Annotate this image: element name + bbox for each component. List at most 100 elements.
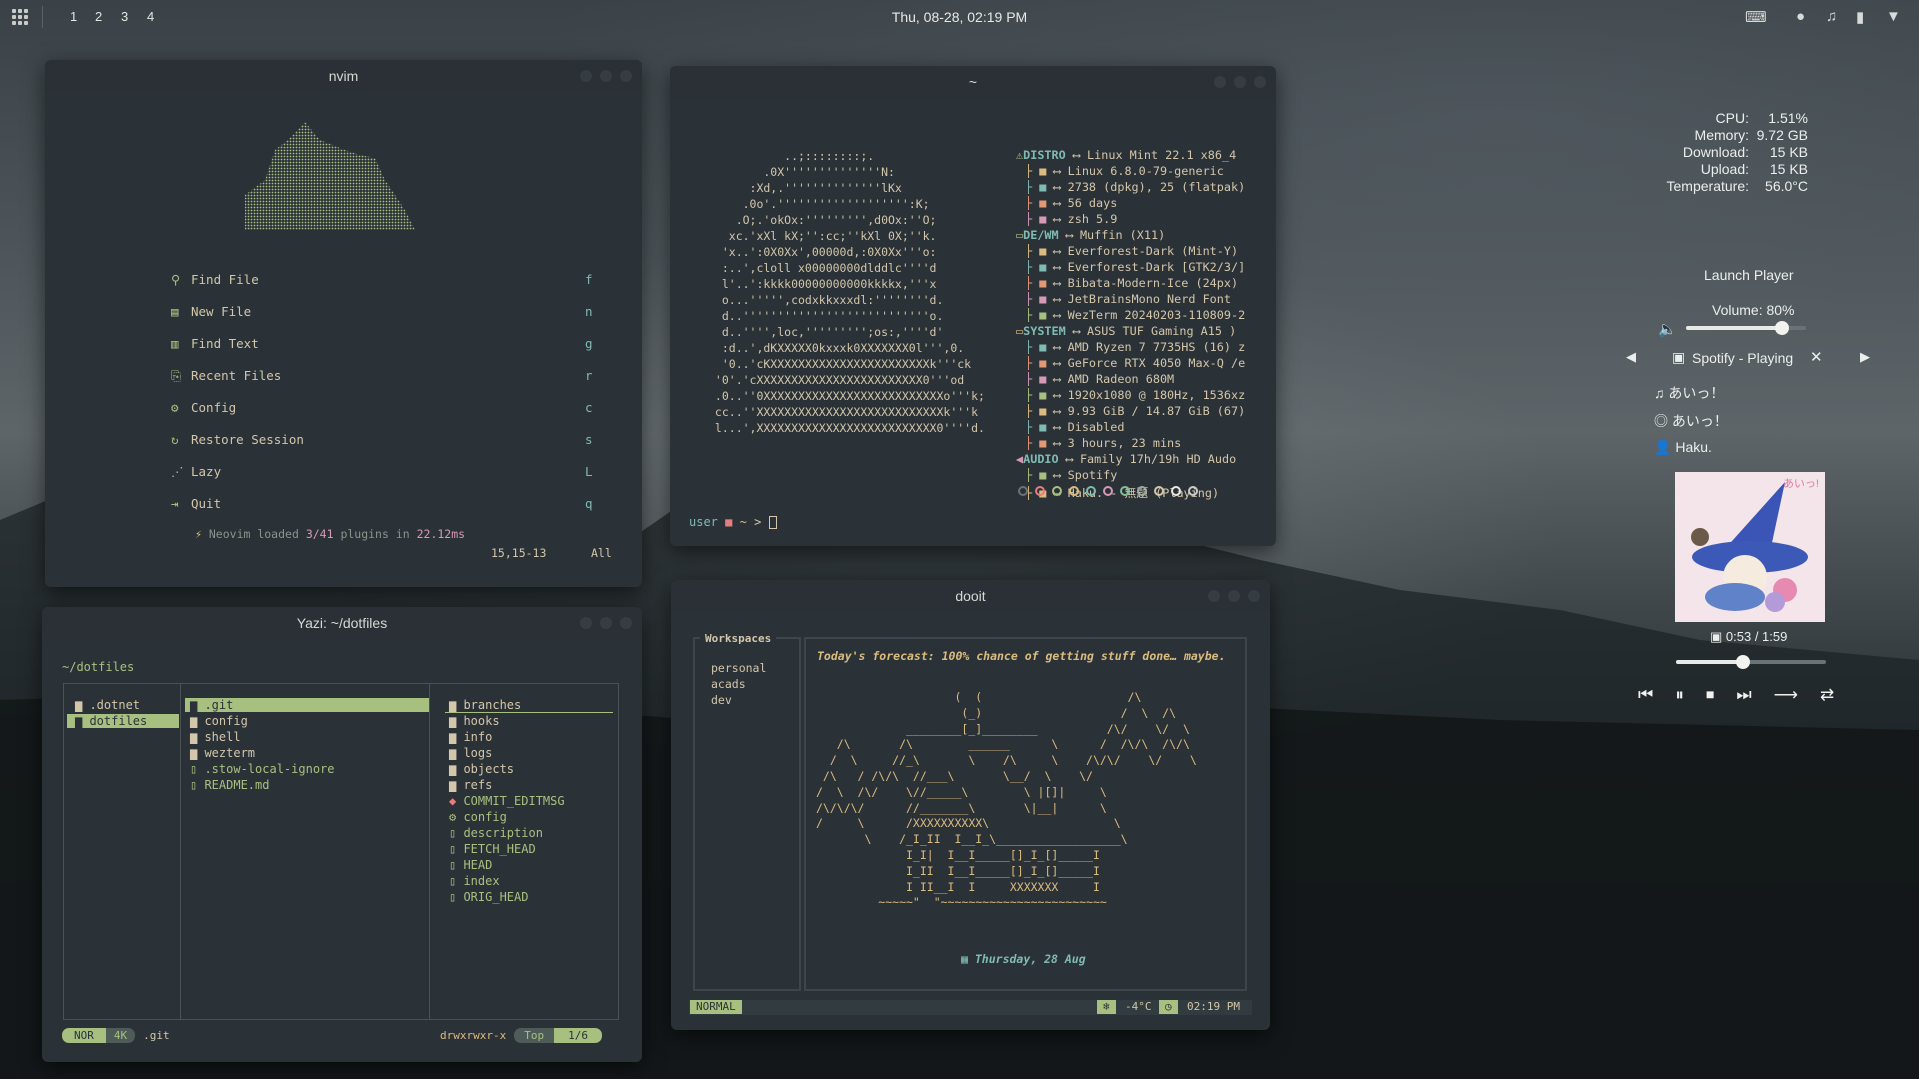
file-name: .stow-local-ignore bbox=[204, 762, 335, 776]
menu-item[interactable]: ⋰ Lazy bbox=[171, 464, 221, 479]
album-art-text: あいっ! bbox=[1782, 478, 1819, 490]
menu-item[interactable]: ⚲ Find File bbox=[171, 272, 259, 287]
info-header: ▭DE/WM ⟷ Muffin (X11) bbox=[1016, 228, 1165, 242]
file-name: ORIG_HEAD bbox=[463, 890, 529, 904]
close-button[interactable] bbox=[1254, 76, 1266, 88]
keyboard-icon[interactable]: ⌨ bbox=[1745, 8, 1767, 26]
stop-icon[interactable]: ⏹ bbox=[1706, 685, 1715, 705]
menu-shortcut: c bbox=[585, 400, 593, 415]
file-entry[interactable]: ▆ .dotnet bbox=[67, 698, 179, 712]
info-value: 3 hours, 23 mins bbox=[1067, 436, 1182, 450]
track-progress-slider[interactable] bbox=[1676, 655, 1826, 669]
file-entry[interactable]: ▯ FETCH_HEAD bbox=[445, 842, 613, 856]
file-entry[interactable]: ▆ shell bbox=[185, 730, 429, 744]
palette-dot bbox=[1086, 486, 1096, 496]
file-entry[interactable]: ▆ info bbox=[445, 730, 613, 744]
user-icon: 👤 bbox=[1654, 439, 1672, 455]
volume-icon[interactable]: 🔈 bbox=[1658, 320, 1677, 338]
arrow-separator: ⟷ bbox=[1046, 308, 1068, 322]
menu-item[interactable]: ⚙ Config bbox=[171, 400, 236, 415]
yazi-window[interactable]: Yazi: ~/dotfiles ~/dotfiles ▆ .dotnet ▆ d… bbox=[42, 607, 642, 1062]
close-button[interactable] bbox=[620, 70, 632, 82]
shuffle-icon[interactable]: ⇄ bbox=[1820, 685, 1834, 705]
minimize-button[interactable] bbox=[580, 70, 592, 82]
window-title: ~ bbox=[670, 66, 1276, 98]
menu-item[interactable]: ▤ New File bbox=[171, 304, 251, 319]
minimize-button[interactable] bbox=[1208, 590, 1220, 602]
file-entry[interactable]: ◆ COMMIT_EDITMSG bbox=[445, 794, 613, 808]
file-entry[interactable]: ▆ config bbox=[185, 714, 429, 728]
next-source-icon[interactable]: ▶ bbox=[1860, 349, 1870, 365]
info-line: ├ ■ ⟷ JetBrainsMono Nerd Font bbox=[1025, 292, 1231, 306]
menu-item[interactable]: ↻ Restore Session bbox=[171, 432, 304, 447]
file-entry[interactable]: ▆ hooks bbox=[445, 714, 613, 728]
yazi-statusbar: NOR 4K .git bbox=[62, 1028, 170, 1043]
file-entry[interactable]: ▯ description bbox=[445, 826, 613, 840]
workspace-item[interactable]: acads bbox=[711, 676, 766, 692]
file-entry[interactable]: ▯ ORIG_HEAD bbox=[445, 890, 613, 904]
swap-icon: ├ ■ bbox=[1025, 420, 1047, 434]
clock[interactable]: Thu, 08-28, 02:19 PM bbox=[0, 9, 1919, 25]
current-path: ~/dotfiles bbox=[62, 660, 135, 674]
info-value: Disabled bbox=[1067, 420, 1125, 434]
artist-row: 👤 Haku. bbox=[1654, 439, 1712, 456]
temperature: -4°C bbox=[1125, 1000, 1152, 1013]
battery-icon[interactable]: ▮ bbox=[1856, 8, 1864, 26]
menu-item[interactable]: ⎘ Recent Files bbox=[171, 368, 281, 384]
wifi-icon[interactable]: ▼ bbox=[1886, 8, 1901, 25]
file-entry[interactable]: ▆ logs bbox=[445, 746, 613, 760]
file-entry[interactable]: ▆ .git bbox=[185, 698, 429, 712]
pause-icon[interactable]: ⏸ bbox=[1675, 685, 1684, 705]
minimize-button[interactable] bbox=[580, 617, 592, 629]
window-controls bbox=[1208, 590, 1260, 602]
maximize-button[interactable] bbox=[1234, 76, 1246, 88]
file-entry[interactable]: ▯ .stow-local-ignore bbox=[185, 762, 429, 776]
dooit-window[interactable]: dooit Workspaces personal acads dev Toda… bbox=[671, 580, 1270, 1030]
terminal-window[interactable]: ~ ..;::::::::;. .0X''''''''''''''N: :Xd,… bbox=[670, 66, 1276, 546]
maximize-button[interactable] bbox=[600, 617, 612, 629]
file-entry[interactable]: ▯ HEAD bbox=[445, 858, 613, 872]
file-entry[interactable]: ▆ objects bbox=[445, 762, 613, 776]
shell-prompt[interactable]: user ■ ~ > bbox=[689, 515, 777, 529]
file-entry[interactable]: ▆ dotfiles bbox=[67, 714, 179, 728]
arrow-separator: ⟷ bbox=[1046, 356, 1068, 370]
menu-item[interactable]: ▥ Find Text bbox=[171, 336, 259, 351]
next-icon[interactable]: ⏭ bbox=[1736, 685, 1751, 705]
workspace-item[interactable]: dev bbox=[711, 692, 766, 708]
prompt-user: user bbox=[689, 515, 718, 529]
track-row: ♫ あいっ！ bbox=[1654, 383, 1724, 403]
volume-slider[interactable] bbox=[1686, 321, 1806, 335]
previous-icon[interactable]: ⏮ bbox=[1638, 685, 1653, 705]
close-button[interactable] bbox=[1248, 590, 1260, 602]
file-entry[interactable]: ▆ branches bbox=[445, 698, 613, 713]
workspace-item[interactable]: personal bbox=[711, 660, 766, 676]
maximize-button[interactable] bbox=[600, 70, 612, 82]
menu-label: Find File bbox=[191, 272, 259, 287]
file-entry[interactable]: ▆ wezterm bbox=[185, 746, 429, 760]
nvim-window[interactable]: nvim ⚲ Find File f ▤ New File n ▥ Find Text g ⎘ Re… bbox=[45, 60, 642, 587]
info-line: ├ ■ ⟷ zsh 5.9 bbox=[1025, 212, 1117, 226]
info-key: DE/WM bbox=[1023, 228, 1059, 242]
minimize-button[interactable] bbox=[1214, 76, 1226, 88]
font-icon: ├ ■ bbox=[1025, 292, 1047, 306]
file-entry[interactable]: ▯ index bbox=[445, 874, 613, 888]
notification-icon[interactable]: ● bbox=[1796, 8, 1805, 25]
footer-mid: plugins in bbox=[333, 527, 417, 541]
arrow-separator: ⟷ bbox=[1046, 420, 1068, 434]
info-line: ├ ■ ⟷ 56 days bbox=[1025, 196, 1117, 210]
file-entry[interactable]: ▯ README.md bbox=[185, 778, 429, 792]
prev-source-icon[interactable]: ◀ bbox=[1626, 349, 1636, 365]
repeat-icon[interactable]: ⟶ bbox=[1774, 685, 1798, 705]
close-button[interactable] bbox=[620, 617, 632, 629]
weather-icon: ❄ bbox=[1097, 1000, 1116, 1014]
file-entry[interactable]: ▆ refs bbox=[445, 778, 613, 792]
music-icon[interactable]: ♫ bbox=[1826, 8, 1837, 25]
maximize-button[interactable] bbox=[1228, 590, 1240, 602]
nvim-startup-footer: ⚡ Neovim loaded 3/41 plugins in 22.12ms bbox=[195, 527, 465, 541]
info-value: JetBrainsMono Nerd Font bbox=[1067, 292, 1231, 306]
menu-item[interactable]: ⇥ Quit bbox=[171, 496, 221, 511]
file-entry[interactable]: ⚙ config bbox=[445, 810, 613, 824]
close-icon[interactable]: ✕ bbox=[1810, 348, 1823, 366]
neovim-logo bbox=[245, 122, 415, 230]
launch-player-button[interactable]: Launch Player bbox=[1704, 267, 1794, 283]
